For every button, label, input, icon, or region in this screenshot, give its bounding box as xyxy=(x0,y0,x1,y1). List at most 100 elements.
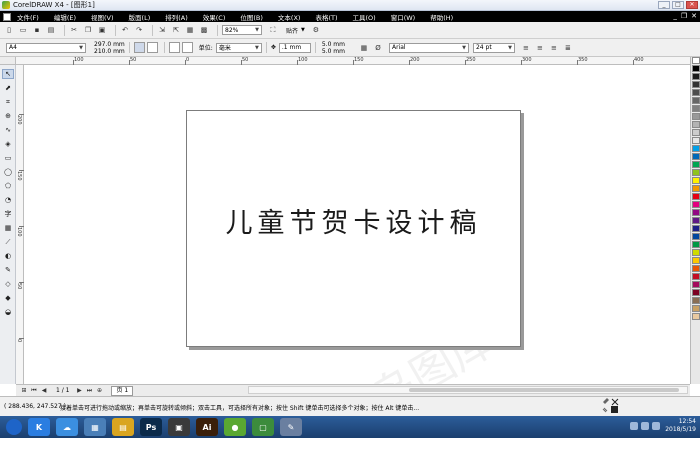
palette-color-swatch[interactable] xyxy=(692,177,700,184)
menu-text[interactable]: 文本(X) xyxy=(278,12,301,22)
menu-view[interactable]: 视图(V) xyxy=(91,12,114,22)
landscape-orientation-button[interactable] xyxy=(146,42,158,53)
ellipse-tool-icon[interactable]: ◯ xyxy=(2,167,14,177)
palette-color-swatch[interactable] xyxy=(692,225,700,232)
menu-edit[interactable]: 编辑(E) xyxy=(54,12,76,22)
options-icon[interactable]: ⚙ xyxy=(311,25,321,35)
menu-table[interactable]: 表格(T) xyxy=(315,12,337,22)
drawing-page[interactable]: 儿童节贺卡设计稿 xyxy=(186,110,521,347)
tray-volume-icon[interactable] xyxy=(641,422,649,430)
font-family-select[interactable]: Arial ▼ xyxy=(388,42,469,53)
palette-color-swatch[interactable] xyxy=(692,145,700,152)
palette-color-swatch[interactable] xyxy=(692,265,700,272)
tray-network-icon[interactable] xyxy=(630,422,638,430)
menu-bitmaps[interactable]: 位图(B) xyxy=(240,12,263,22)
page-height-field[interactable]: 210.0 mm xyxy=(94,48,125,55)
palette-color-swatch[interactable] xyxy=(692,89,700,96)
outline-tool-icon[interactable]: ◇ xyxy=(2,279,14,289)
freehand-tool-icon[interactable]: ∿ xyxy=(2,125,14,135)
crop-tool-icon[interactable]: ⌗ xyxy=(2,97,14,107)
snap-to-label[interactable]: 贴齐 xyxy=(286,26,298,35)
palette-color-swatch[interactable] xyxy=(692,137,700,144)
palette-color-swatch[interactable] xyxy=(692,217,700,224)
units-select[interactable]: 毫米 ▼ xyxy=(215,42,262,53)
align-left-icon[interactable]: ≡ xyxy=(521,43,531,53)
palette-color-swatch[interactable] xyxy=(692,153,700,160)
next-page-icon[interactable]: ▶ xyxy=(75,387,83,395)
palette-color-swatch[interactable] xyxy=(692,209,700,216)
portrait-orientation-button[interactable] xyxy=(133,42,145,53)
palette-color-swatch[interactable] xyxy=(692,249,700,256)
palette-color-swatch[interactable] xyxy=(692,313,700,320)
drawing-canvas[interactable]: 菜鸟图库 菜鸟图库 儿童节贺卡设计稿 xyxy=(24,65,690,447)
add-page-icon[interactable]: ⊕ xyxy=(95,387,103,395)
menu-tools[interactable]: 工具(O) xyxy=(353,12,376,22)
palette-color-swatch[interactable] xyxy=(692,305,700,312)
taskbar-app-button[interactable]: ☁ xyxy=(56,418,78,436)
page-tab[interactable]: 页 1 xyxy=(111,385,134,396)
palette-color-swatch[interactable] xyxy=(692,273,700,280)
all-pages-button[interactable] xyxy=(168,42,180,53)
open-folder-icon[interactable]: ▭ xyxy=(18,25,28,35)
palette-color-swatch[interactable] xyxy=(692,161,700,168)
first-page-icon[interactable]: ⏮ xyxy=(30,387,38,395)
doc-restore-button[interactable]: ❐ xyxy=(681,12,687,20)
palette-color-swatch[interactable] xyxy=(692,105,700,112)
doc-minimize-button[interactable]: _ xyxy=(673,12,677,20)
document-navigator-icon[interactable]: ⊞ xyxy=(20,387,28,395)
palette-color-swatch[interactable] xyxy=(692,169,700,176)
taskbar-app-button[interactable]: ▢ xyxy=(252,418,274,436)
page-headline-text[interactable]: 儿童节贺卡设计稿 xyxy=(187,201,520,240)
taskbar-app-button[interactable]: ▣ xyxy=(168,418,190,436)
ruler-origin[interactable] xyxy=(0,57,16,65)
palette-color-swatch[interactable] xyxy=(692,289,700,296)
fill-tool-icon[interactable]: ◆ xyxy=(2,293,14,303)
taskbar-app-button[interactable]: Ai xyxy=(196,418,218,436)
clock[interactable]: 12:54 2018/5/19 xyxy=(665,418,696,434)
minimize-button[interactable]: _ xyxy=(658,1,670,9)
basic-shapes-tool-icon[interactable]: ◔ xyxy=(2,195,14,205)
duplicate-y-field[interactable]: 5.0 mm xyxy=(322,48,345,55)
taskbar-app-button[interactable]: ✎ xyxy=(280,418,302,436)
redo-icon[interactable]: ↷ xyxy=(134,25,144,35)
polygon-tool-icon[interactable]: ⬠ xyxy=(2,181,14,191)
menu-window[interactable]: 窗口(W) xyxy=(391,12,416,22)
save-icon[interactable]: ▪ xyxy=(32,25,42,35)
scrollbar-thumb[interactable] xyxy=(409,388,679,392)
palette-color-swatch[interactable] xyxy=(692,257,700,264)
paste-icon[interactable]: ▣ xyxy=(97,25,107,35)
taskbar-app-button[interactable]: Ps xyxy=(140,418,162,436)
welcome-screen-icon[interactable]: ▩ xyxy=(199,25,209,35)
palette-color-swatch[interactable] xyxy=(692,281,700,288)
current-page-button[interactable] xyxy=(181,42,193,53)
palette-color-swatch[interactable] xyxy=(692,201,700,208)
taskbar-app-button[interactable]: ● xyxy=(224,418,246,436)
page-width-field[interactable]: 297.0 mm xyxy=(94,41,125,48)
new-document-icon[interactable]: ▯ xyxy=(4,25,14,35)
palette-color-swatch[interactable] xyxy=(692,185,700,192)
smart-fill-tool-icon[interactable]: ◈ xyxy=(2,139,14,149)
palette-color-swatch[interactable] xyxy=(692,193,700,200)
full-screen-icon[interactable]: ⛶ xyxy=(268,25,278,35)
menu-effects[interactable]: 效果(C) xyxy=(203,12,226,22)
rectangle-tool-icon[interactable]: ▭ xyxy=(2,153,14,163)
tray-input-method-icon[interactable] xyxy=(652,422,660,430)
document-icon[interactable] xyxy=(3,12,11,21)
font-size-select[interactable]: 24 pt ▼ xyxy=(472,42,515,53)
eyedropper-tool-icon[interactable]: ✎ xyxy=(2,265,14,275)
pick-tool-icon[interactable]: ↖ xyxy=(2,69,14,79)
previous-page-icon[interactable]: ◀ xyxy=(40,387,48,395)
parallel-dimension-tool-icon[interactable]: ⟋ xyxy=(2,237,14,247)
close-button[interactable]: ✕ xyxy=(686,1,698,9)
export-icon[interactable]: ⇱ xyxy=(171,25,181,35)
align-center-icon[interactable]: ≡ xyxy=(535,43,545,53)
undo-icon[interactable]: ↶ xyxy=(120,25,130,35)
justify-icon[interactable]: ≣ xyxy=(563,43,573,53)
last-page-icon[interactable]: ⏭ xyxy=(85,387,93,395)
palette-color-swatch[interactable] xyxy=(692,57,700,64)
palette-color-swatch[interactable] xyxy=(692,121,700,128)
menu-file[interactable]: 文件(F) xyxy=(17,12,39,22)
shape-tool-icon[interactable]: ⬈ xyxy=(2,83,14,93)
taskbar-app-button[interactable]: ▦ xyxy=(84,418,106,436)
maximize-button[interactable]: □ xyxy=(672,1,684,9)
